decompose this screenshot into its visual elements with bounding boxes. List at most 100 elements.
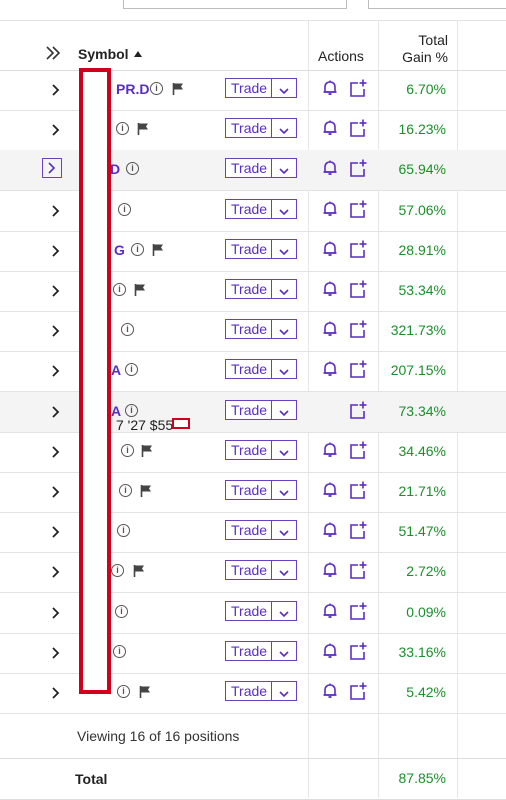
- info-icon[interactable]: i: [125, 363, 138, 377]
- trade-button[interactable]: Trade: [225, 198, 297, 219]
- bell-icon[interactable]: [321, 481, 339, 499]
- trade-button[interactable]: Trade: [225, 238, 297, 259]
- add-to-watchlist-icon[interactable]: [348, 480, 368, 500]
- trade-button[interactable]: Trade: [225, 600, 297, 621]
- table-row[interactable]: Gi Trade 28.91%: [0, 231, 506, 272]
- add-to-watchlist-icon[interactable]: [348, 359, 368, 379]
- bell-icon[interactable]: [321, 280, 339, 298]
- add-to-watchlist-icon[interactable]: [348, 158, 368, 178]
- trade-button[interactable]: Trade: [225, 78, 297, 98]
- info-icon[interactable]: i: [121, 443, 134, 457]
- info-icon[interactable]: i: [126, 162, 139, 176]
- chevron-down-icon[interactable]: [278, 606, 290, 617]
- add-to-watchlist-icon[interactable]: [348, 199, 368, 219]
- table-row[interactable]: Di Trade 65.94%: [0, 150, 506, 192]
- expand-all-icon[interactable]: [44, 43, 64, 63]
- add-to-watchlist-icon[interactable]: [348, 440, 368, 460]
- expand-row-icon[interactable]: [48, 524, 64, 540]
- trade-button[interactable]: Trade: [225, 520, 297, 541]
- chevron-down-icon[interactable]: [278, 405, 290, 416]
- expand-row-icon[interactable]: [48, 122, 64, 138]
- add-to-watchlist-icon[interactable]: [348, 520, 368, 540]
- bell-icon[interactable]: [321, 561, 339, 579]
- info-icon[interactable]: i: [113, 283, 126, 296]
- info-icon[interactable]: i: [117, 685, 130, 698]
- chevron-down-icon[interactable]: [278, 123, 290, 135]
- table-row[interactable]: i Trade 51.47%: [0, 512, 506, 554]
- chevron-down-icon[interactable]: [278, 244, 290, 255]
- table-row[interactable]: i Trade 34.46%: [0, 432, 506, 473]
- bell-icon[interactable]: [321, 360, 339, 378]
- chevron-down-icon[interactable]: [278, 565, 290, 577]
- expand-row-icon[interactable]: [48, 484, 64, 500]
- filter-input-left[interactable]: [123, 0, 347, 9]
- symbol-link[interactable]: A: [111, 362, 121, 378]
- info-icon[interactable]: i: [125, 403, 138, 417]
- info-icon[interactable]: i: [118, 202, 131, 216]
- table-row[interactable]: i Trade 33.16%: [0, 633, 506, 674]
- table-row[interactable]: i Trade 5.42%: [0, 673, 506, 714]
- expand-row-icon[interactable]: [48, 685, 64, 701]
- chevron-down-icon[interactable]: [278, 364, 290, 376]
- expand-row-icon[interactable]: [48, 363, 64, 379]
- table-row[interactable]: i Trade 21.71%: [0, 472, 506, 513]
- expand-row-icon[interactable]: [48, 323, 64, 339]
- table-row[interactable]: i Trade 16.23%: [0, 110, 506, 152]
- symbol-link[interactable]: G: [114, 242, 125, 258]
- add-to-watchlist-icon[interactable]: [348, 319, 368, 339]
- expand-row-icon[interactable]: [48, 283, 64, 299]
- chevron-down-icon[interactable]: [278, 485, 290, 497]
- info-icon[interactable]: i: [150, 82, 163, 95]
- trade-button[interactable]: Trade: [225, 480, 297, 500]
- symbol-column-header[interactable]: Symbol: [78, 46, 142, 62]
- add-to-watchlist-icon[interactable]: [348, 279, 368, 299]
- trade-button[interactable]: Trade: [225, 439, 297, 460]
- add-to-watchlist-icon[interactable]: [348, 601, 368, 621]
- info-icon[interactable]: i: [117, 524, 130, 538]
- chevron-down-icon[interactable]: [278, 204, 290, 215]
- add-to-watchlist-icon[interactable]: [348, 400, 368, 420]
- trade-button[interactable]: Trade: [225, 118, 297, 139]
- chevron-down-icon[interactable]: [278, 686, 290, 698]
- symbol-link[interactable]: D: [110, 161, 120, 177]
- trade-button[interactable]: Trade: [225, 279, 297, 299]
- bell-icon[interactable]: [321, 159, 339, 177]
- expand-row-icon[interactable]: [48, 243, 64, 259]
- chevron-down-icon[interactable]: [278, 284, 290, 296]
- add-to-watchlist-icon[interactable]: [348, 681, 368, 701]
- chevron-down-icon[interactable]: [278, 163, 290, 175]
- expand-row-icon[interactable]: [48, 82, 64, 98]
- add-to-watchlist-icon[interactable]: [348, 78, 368, 98]
- info-icon[interactable]: i: [113, 644, 126, 658]
- trade-button[interactable]: Trade: [225, 158, 297, 179]
- add-to-watchlist-icon[interactable]: [348, 641, 368, 661]
- trade-button[interactable]: Trade: [225, 359, 297, 380]
- info-icon[interactable]: i: [115, 604, 128, 618]
- table-row[interactable]: i Trade 0.09%: [0, 593, 506, 634]
- chevron-down-icon[interactable]: [278, 324, 290, 336]
- trade-button[interactable]: Trade: [225, 399, 297, 420]
- table-row[interactable]: i Trade 57.06%: [0, 191, 506, 232]
- table-row[interactable]: Ai Trade 207.15%: [0, 351, 506, 393]
- trade-button[interactable]: Trade: [225, 640, 297, 661]
- add-to-watchlist-icon[interactable]: [348, 239, 368, 259]
- bell-icon[interactable]: [321, 119, 339, 137]
- expand-row-icon[interactable]: [48, 605, 64, 621]
- bell-icon[interactable]: [321, 320, 339, 338]
- add-to-watchlist-icon[interactable]: [348, 118, 368, 138]
- bell-icon[interactable]: [321, 602, 339, 620]
- table-row[interactable]: PR.D i Trade 6.70%: [0, 70, 506, 111]
- info-icon[interactable]: i: [131, 242, 144, 256]
- expand-row-icon[interactable]: [48, 404, 64, 420]
- expand-row-icon[interactable]: [42, 158, 62, 179]
- add-to-watchlist-icon[interactable]: [348, 560, 368, 580]
- bell-icon[interactable]: [321, 79, 339, 97]
- trade-button[interactable]: Trade: [225, 560, 297, 581]
- expand-row-icon[interactable]: [48, 203, 64, 219]
- total-gain-column-header[interactable]: Total Gain %: [402, 32, 448, 66]
- trade-button[interactable]: Trade: [225, 681, 297, 701]
- bell-icon[interactable]: [321, 441, 339, 459]
- chevron-down-icon[interactable]: [278, 525, 290, 537]
- info-icon[interactable]: i: [116, 122, 129, 136]
- info-icon[interactable]: i: [119, 484, 132, 497]
